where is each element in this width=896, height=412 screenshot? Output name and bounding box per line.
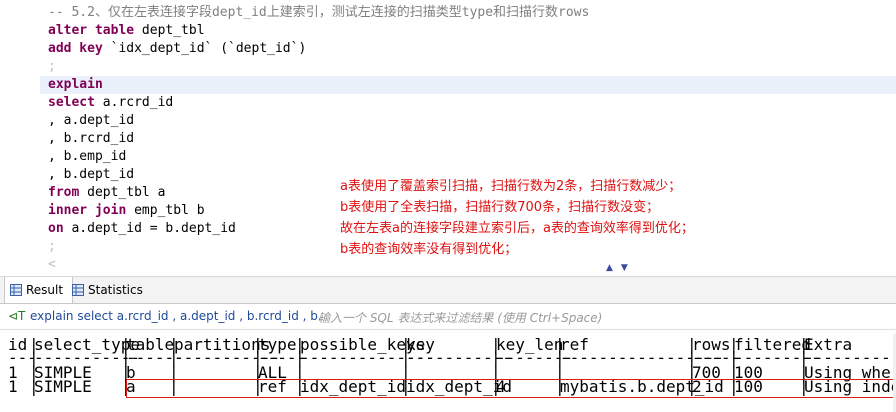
code-line: ; (48, 59, 56, 74)
panel-sash[interactable] (0, 262, 896, 276)
code-line: add key `idx_dept_id` (`dept_id`) (48, 41, 307, 56)
filter-icon[interactable]: ⊲T (8, 309, 25, 323)
code-line: -- 5.2、仅在左表连接字段dept_id上建索引，测试左连接的扫描类型typ… (48, 5, 590, 20)
code-line: ; (48, 239, 56, 254)
annotation-line: 故在左表a的连接字段建立索引后，a表的查询效率得到优化； (340, 221, 694, 236)
sql-editor[interactable]: -- 5.2、仅在左表连接字段dept_id上建索引，测试左连接的扫描类型typ… (0, 0, 896, 272)
code-line: , b.rcrd_id (48, 131, 135, 146)
highlight-box (126, 379, 894, 398)
filter-input[interactable]: 输入一个 SQL 表达式来过滤结果 (使用 Ctrl+Space) (318, 309, 602, 326)
editor-gutter (0, 0, 40, 258)
filter-bar[interactable]: ⊲T explain select a.rcrd_id , a.dept_id … (0, 305, 896, 330)
code-line: explain (40, 76, 896, 94)
table-cell: 1 (8, 377, 18, 396)
query-text: explain select a.rcrd_id , a.dept_id , b… (30, 309, 322, 323)
code-line: inner join emp_tbl b (48, 203, 205, 218)
code-line: select a.rcrd_id (48, 95, 174, 110)
tab-statistics-label: Statistics (88, 283, 143, 297)
code-line: alter table dept_tbl (48, 23, 205, 38)
code-line: on a.dept_id = b.dept_id (48, 221, 236, 236)
column-separator: | (29, 377, 39, 396)
grid-icon (10, 279, 22, 296)
code-line: , b.emp_id (48, 149, 127, 164)
annotation-line: b表的查询效率没有得到优化； (340, 242, 518, 257)
sash-arrows-icon[interactable]: ▲▼ (606, 263, 636, 273)
tab-result[interactable]: Result (4, 277, 73, 303)
grid-icon (72, 279, 84, 296)
annotation-line: a表使用了覆盖索引扫描，扫描行数为2条，扫描行数减少； (340, 179, 682, 194)
tab-result-label: Result (26, 283, 64, 297)
table-cell: SIMPLE (34, 377, 92, 396)
code-line: from dept_tbl a (48, 185, 166, 200)
results-tab-bar: Result Statistics (0, 276, 896, 304)
tab-statistics[interactable]: Statistics (72, 277, 152, 303)
code-line: , a.dept_id (48, 113, 135, 128)
annotation-line: b表使用了全表扫描，扫描行数700条，扫描行数没变； (340, 200, 660, 215)
code-line: , b.dept_id (48, 167, 135, 182)
